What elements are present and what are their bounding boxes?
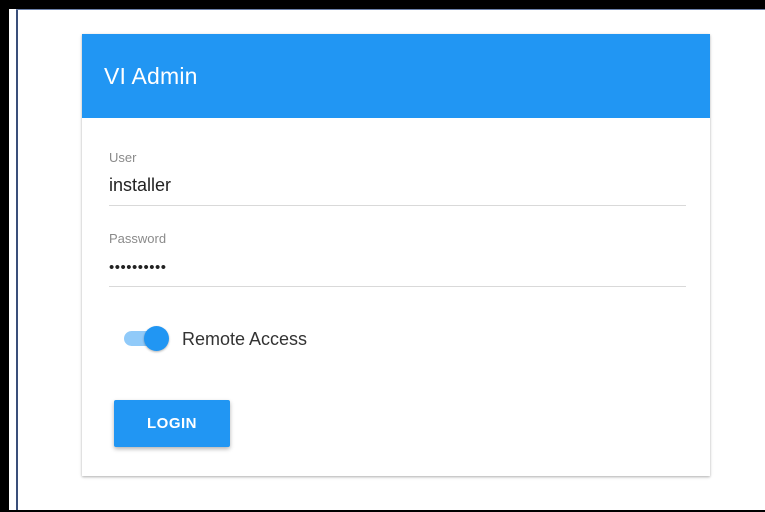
app-title: VI Admin — [104, 63, 198, 89]
login-button[interactable]: LOGIN — [114, 400, 230, 447]
user-input[interactable]: installer — [109, 174, 669, 196]
password-field-label: Password — [109, 231, 167, 246]
password-field[interactable]: Password •••••••••• — [109, 227, 686, 287]
card-header: VI Admin — [82, 34, 710, 118]
remote-access-label: Remote Access — [182, 329, 308, 349]
user-field-label: User — [109, 150, 137, 165]
user-field[interactable]: User installer — [109, 146, 686, 206]
remote-access-row[interactable]: Remote Access — [124, 323, 384, 353]
window-border-top — [16, 9, 765, 10]
password-input[interactable]: •••••••••• — [109, 257, 669, 279]
window-border-left — [16, 9, 18, 510]
remote-access-toggle-thumb[interactable] — [144, 326, 169, 351]
login-card: VI Admin User installer Password •••••••… — [82, 34, 710, 476]
